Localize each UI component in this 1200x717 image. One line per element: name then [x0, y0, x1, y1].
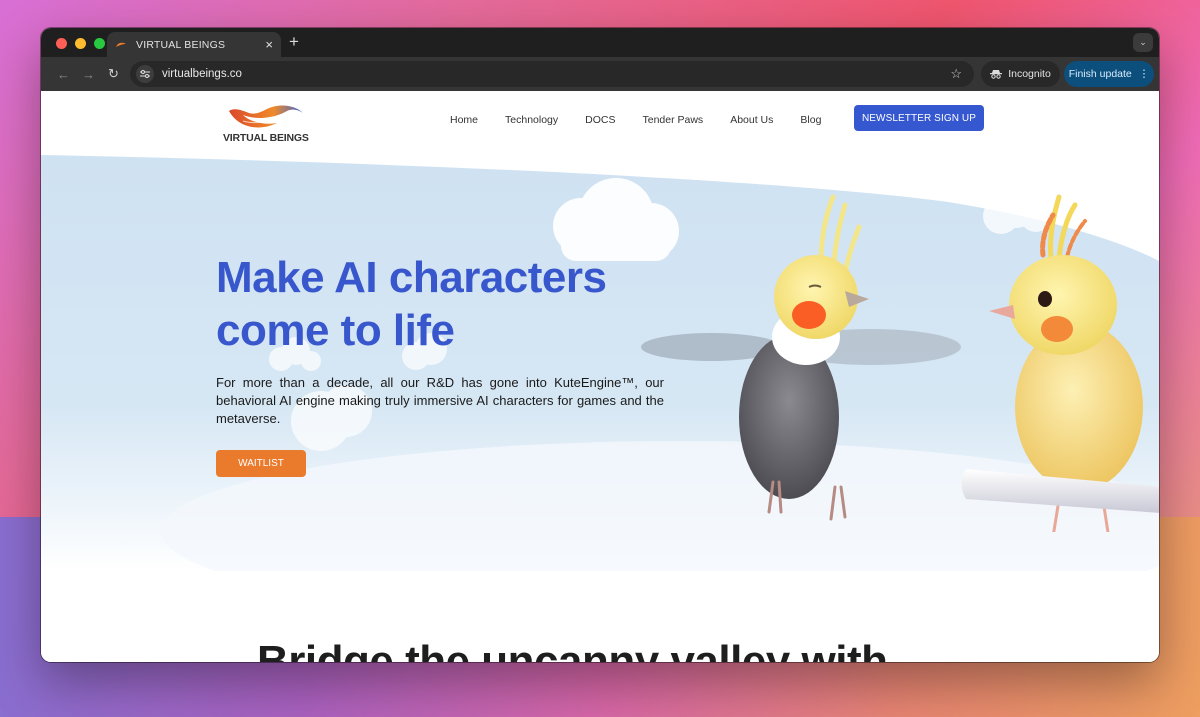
nav-tender-paws[interactable]: Tender Paws	[642, 114, 703, 126]
new-tab-button[interactable]: +	[289, 32, 299, 52]
tab-title: VIRTUAL BEINGS	[136, 38, 226, 51]
reload-button[interactable]: ↻	[101, 66, 126, 82]
site-favicon-icon	[116, 42, 126, 47]
nav-technology[interactable]: Technology	[505, 114, 558, 126]
hero-description: For more than a decade, all our R&D has …	[216, 375, 664, 426]
nav-docs[interactable]: DOCS	[585, 114, 615, 126]
main-nav: Home Technology DOCS Tender Paws About U…	[450, 114, 848, 126]
nav-blog[interactable]: Blog	[800, 114, 821, 126]
browser-toolbar: ← → ↻ virtualbeings.co ☆ Incognito Finis…	[41, 57, 1159, 91]
headline-line-2: come to life	[216, 306, 455, 355]
bookmark-star-icon[interactable]: ☆	[950, 66, 962, 82]
browser-window: VIRTUAL BEINGS × + ⌄ ← → ↻ virtualbeings…	[41, 28, 1159, 662]
incognito-label: Incognito	[1008, 68, 1051, 80]
site-info-icon[interactable]	[136, 65, 154, 83]
finish-update-button[interactable]: Finish update ⋮	[1064, 61, 1154, 87]
incognito-icon	[990, 70, 1003, 79]
back-button[interactable]: ←	[51, 67, 76, 82]
site-header: VIRTUAL BEINGS Home Technology DOCS Tend…	[41, 91, 1159, 155]
tab-virtual-beings[interactable]: VIRTUAL BEINGS ×	[107, 32, 281, 57]
forward-button[interactable]: →	[76, 67, 101, 82]
address-bar[interactable]: virtualbeings.co ☆	[130, 61, 974, 87]
maximize-window-button[interactable]	[94, 38, 105, 49]
nav-about-us[interactable]: About Us	[730, 114, 773, 126]
nav-home[interactable]: Home	[450, 114, 478, 126]
tab-search-button[interactable]: ⌄	[1133, 33, 1153, 52]
tab-strip: VIRTUAL BEINGS × + ⌄	[41, 28, 1159, 57]
close-tab-icon[interactable]: ×	[265, 37, 273, 52]
section-heading: Bridge the uncanny valley with	[257, 637, 888, 662]
window-controls	[56, 38, 105, 49]
incognito-indicator[interactable]: Incognito	[981, 61, 1060, 87]
cockatiel-characters-illustration	[641, 194, 1159, 532]
minimize-window-button[interactable]	[75, 38, 86, 49]
finish-update-label: Finish update	[1068, 68, 1132, 80]
web-page: VIRTUAL BEINGS Home Technology DOCS Tend…	[41, 91, 1159, 662]
close-window-button[interactable]	[56, 38, 67, 49]
newsletter-signup-button[interactable]: NEWSLETTER SIGN UP	[854, 105, 984, 131]
logo-text[interactable]: VIRTUAL BEINGS	[223, 132, 309, 144]
url-text[interactable]: virtualbeings.co	[162, 68, 950, 80]
headline-line-1: Make AI characters	[216, 253, 607, 302]
kebab-menu-icon[interactable]: ⋮	[1139, 68, 1150, 80]
waitlist-button[interactable]: WAITLIST	[216, 450, 306, 477]
